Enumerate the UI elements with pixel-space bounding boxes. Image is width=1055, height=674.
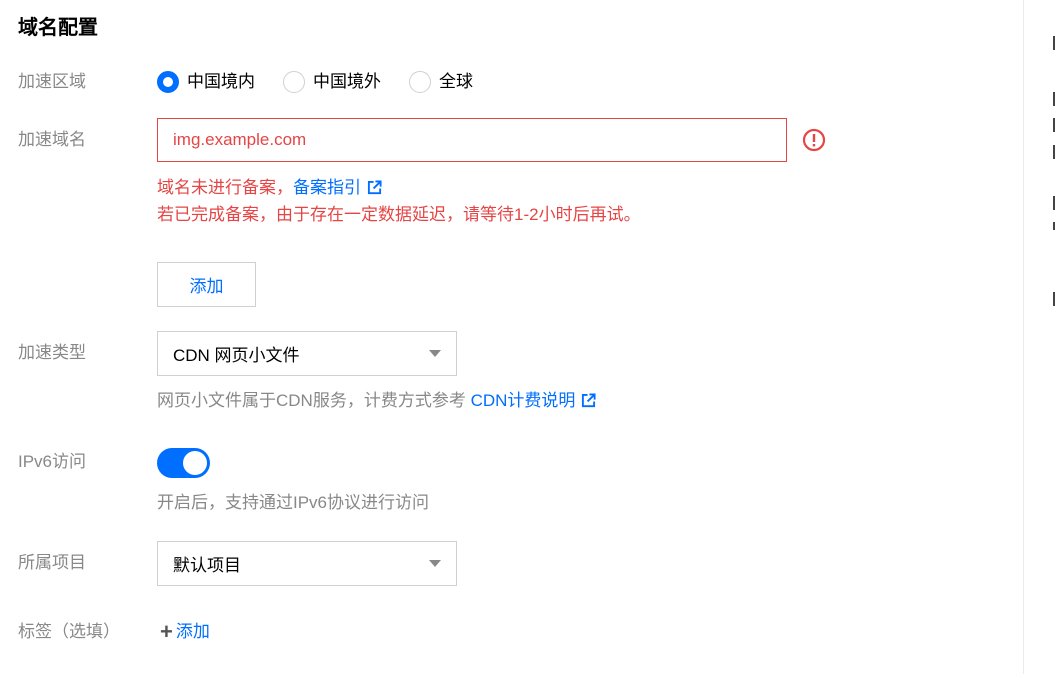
radio-global-label: 全球 [439, 72, 473, 91]
project-label: 所属项目 [18, 553, 86, 572]
region-label: 加速区域 [18, 72, 86, 91]
add-tag-label: 添加 [175, 622, 210, 641]
project-value: 默认项目 [173, 556, 241, 575]
error-icon [802, 128, 826, 152]
domain-label: 加速域名 [18, 130, 86, 149]
ipv6-help: 开启后，支持通过IPv6协议进行访问 [157, 493, 430, 512]
radio-global[interactable]: 全球 [409, 70, 473, 94]
domain-error-text: 域名未进行备案， [157, 178, 293, 197]
accel-type-help: 网页小文件属于CDN服务，计费方式参考 CDN计费说明 [157, 389, 596, 413]
accel-type-select[interactable]: CDN 网页小文件 [157, 331, 457, 376]
caret-down-icon [429, 560, 441, 567]
region-radio-group: 中国境内 中国境外 全球 [157, 69, 501, 95]
domain-error-line2: 若已完成备案，由于存在一定数据延迟，请等待1-2小时后再试。 [157, 205, 641, 224]
radio-overseas-label: 中国境外 [313, 72, 381, 91]
accel-type-value: CDN 网页小文件 [173, 346, 300, 365]
domain-error-line1: 域名未进行备案，备案指引 [157, 176, 382, 200]
accel-type-help-text: 网页小文件属于CDN服务，计费方式参考 [157, 391, 471, 410]
project-select[interactable]: 默认项目 [157, 541, 457, 586]
radio-domestic-label: 中国境内 [187, 72, 255, 91]
accel-type-label: 加速类型 [18, 343, 86, 362]
add-tag-button[interactable]: + 添加 [160, 620, 210, 644]
right-side-panel [1024, 0, 1055, 674]
external-link-icon[interactable] [367, 180, 382, 195]
domain-input[interactable] [157, 118, 787, 162]
ipv6-label: IPv6访问 [18, 452, 87, 471]
section-title: 域名配置 [18, 17, 98, 39]
add-domain-button[interactable]: 添加 [157, 262, 256, 307]
external-link-icon[interactable] [581, 393, 596, 408]
radio-unchecked-icon [283, 71, 305, 93]
toggle-knob [183, 451, 207, 475]
cdn-billing-link[interactable]: CDN计费说明 [471, 391, 576, 410]
plus-icon: + [160, 619, 173, 644]
caret-down-icon [429, 350, 441, 357]
radio-overseas[interactable]: 中国境外 [283, 70, 381, 94]
radio-unchecked-icon [409, 71, 431, 93]
filing-guide-link[interactable]: 备案指引 [293, 178, 361, 197]
ipv6-toggle[interactable] [157, 448, 210, 478]
radio-domestic[interactable]: 中国境内 [157, 70, 255, 94]
tags-label: 标签（选填） [18, 622, 120, 641]
radio-checked-icon [157, 71, 179, 93]
